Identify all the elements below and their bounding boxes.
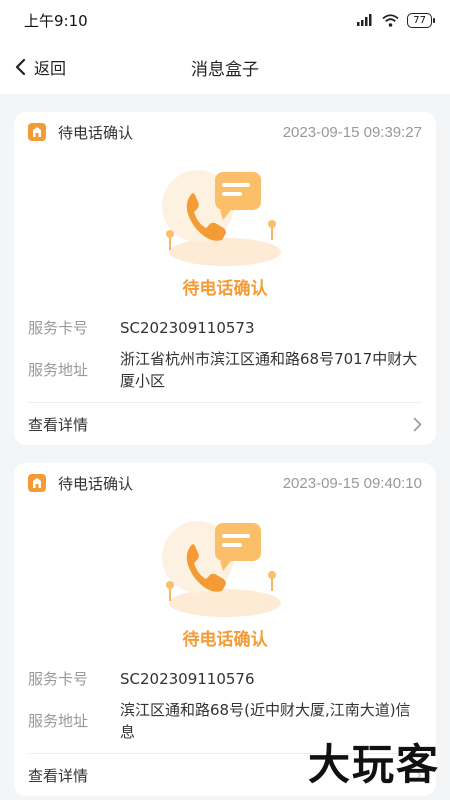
card-title: 待电话确认 bbox=[58, 123, 134, 142]
address-row: 服务地址 浙江省杭州市滨江区通和路68号7017中财大厦小区 bbox=[14, 346, 436, 402]
status-icons: 77 bbox=[356, 12, 435, 28]
card-number-row: 服务卡号 SC202309110576 bbox=[14, 661, 436, 697]
phone-call-illustration bbox=[14, 503, 436, 625]
battery-icon: 77 bbox=[407, 12, 435, 28]
chevron-right-icon bbox=[413, 417, 422, 431]
nav-bar: 返回 消息盒子 bbox=[0, 40, 450, 94]
address-value: 浙江省杭州市滨江区通和路68号7017中财大厦小区 bbox=[120, 350, 418, 390]
wifi-icon bbox=[382, 13, 399, 27]
card-number-label: 服务卡号 bbox=[28, 319, 89, 337]
card-time: 2023-09-15 09:40:10 bbox=[282, 474, 422, 492]
status-label: 待电话确认 bbox=[182, 279, 268, 299]
watermark: 大玩客 bbox=[307, 740, 440, 789]
page-title: 消息盒子 bbox=[191, 59, 259, 80]
card-header: 待电话确认 2023-09-15 09:39:27 bbox=[14, 112, 436, 152]
app-logo-icon bbox=[28, 474, 46, 492]
app-logo-icon bbox=[28, 123, 46, 141]
card-title: 待电话确认 bbox=[58, 474, 134, 493]
view-details-button[interactable]: 查看详情 bbox=[14, 403, 436, 445]
card-number-row: 服务卡号 SC202309110573 bbox=[14, 310, 436, 346]
chevron-left-icon bbox=[15, 58, 26, 76]
message-list: 待电话确认 2023-09-15 09:39:27 待电话确认 服务卡号 SC2… bbox=[0, 94, 450, 796]
card-header: 待电话确认 2023-09-15 09:40:10 bbox=[14, 463, 436, 503]
card-number-label: 服务卡号 bbox=[28, 670, 89, 688]
back-button[interactable]: 返回 bbox=[0, 55, 66, 79]
address-label: 服务地址 bbox=[28, 361, 89, 379]
signal-icon bbox=[357, 14, 372, 26]
back-label: 返回 bbox=[34, 59, 67, 78]
phone-call-illustration bbox=[14, 152, 436, 274]
card-number-value: SC202309110573 bbox=[120, 319, 255, 337]
view-details-label: 查看详情 bbox=[28, 766, 89, 785]
view-details-label: 查看详情 bbox=[28, 415, 89, 434]
status-bar: 上午9:10 77 bbox=[0, 0, 450, 40]
status-label: 待电话确认 bbox=[182, 630, 268, 650]
address-label: 服务地址 bbox=[28, 712, 89, 730]
card-time: 2023-09-15 09:39:27 bbox=[282, 123, 422, 141]
card-number-value: SC202309110576 bbox=[120, 670, 255, 688]
message-card: 待电话确认 2023-09-15 09:39:27 待电话确认 服务卡号 SC2… bbox=[14, 112, 436, 445]
status-time: 上午9:10 bbox=[24, 11, 88, 30]
